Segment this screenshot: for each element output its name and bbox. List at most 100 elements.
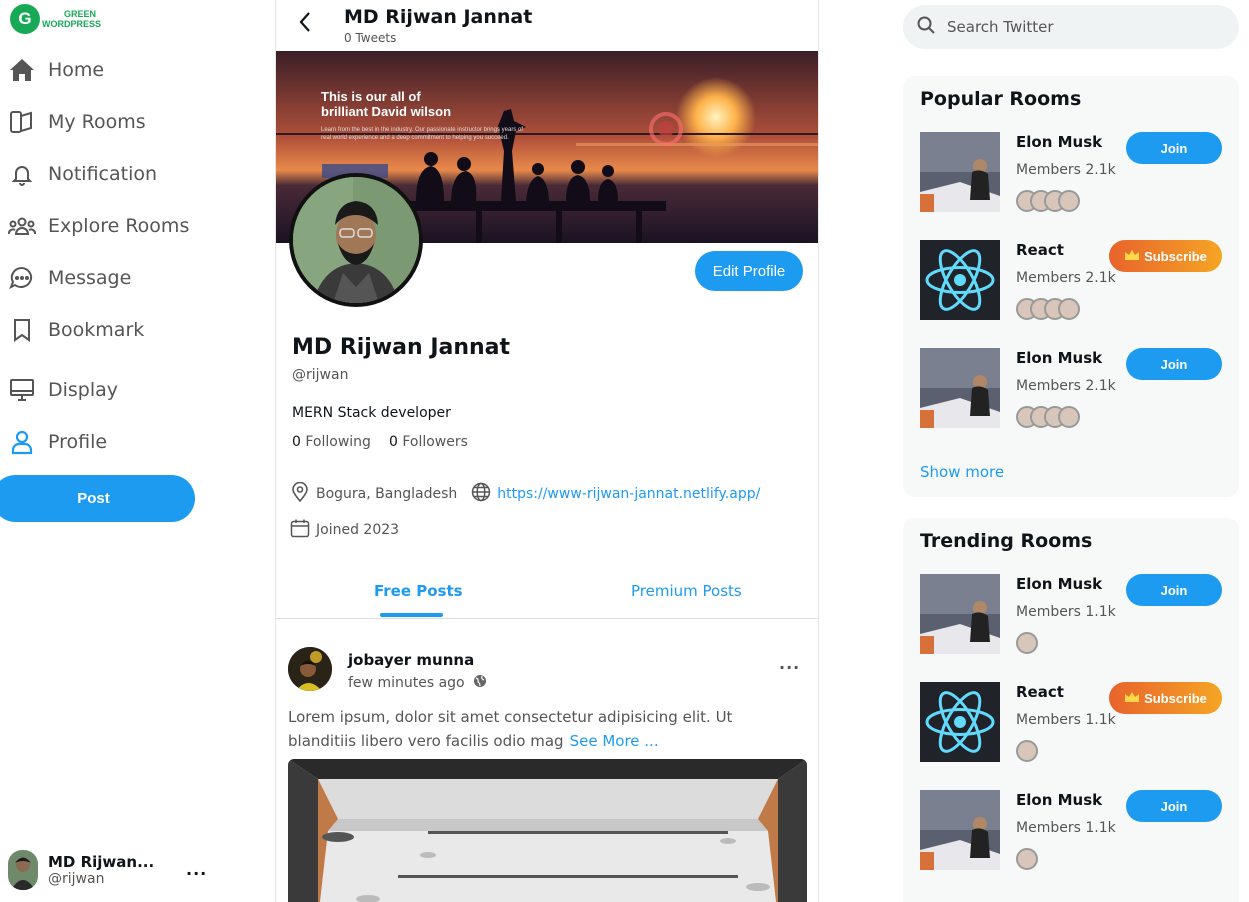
member-avatars xyxy=(1016,632,1038,654)
globe-icon xyxy=(471,482,497,506)
back-arrow-icon[interactable] xyxy=(294,10,318,34)
subscribe-button[interactable]: Subscribe xyxy=(1109,240,1222,272)
following-count: 0 xyxy=(292,434,301,450)
join-button[interactable]: Join xyxy=(1126,574,1222,606)
search-bar[interactable] xyxy=(903,5,1239,49)
tab-free-posts[interactable]: Free Posts xyxy=(374,582,463,600)
cover-headline: This is our all of brilliant David wilso… xyxy=(321,89,451,119)
user-icon xyxy=(8,428,36,456)
member-avatars xyxy=(1016,740,1038,762)
bookmark-icon xyxy=(8,316,36,344)
post-text: Lorem ipsum, dolor sit amet consectetur … xyxy=(288,708,733,750)
nav-label-message: Message xyxy=(48,267,132,289)
join-button[interactable]: Join xyxy=(1126,790,1222,822)
see-more-link[interactable]: See More ... xyxy=(570,732,659,750)
nav-item-bookmark[interactable]: Bookmark xyxy=(8,304,189,356)
room-members: Members 2.1k xyxy=(1016,162,1116,178)
profile-meta: Bogura, Bangladesh https://www-rijwan-ja… xyxy=(290,481,760,506)
following-label: Following xyxy=(305,434,371,450)
logo[interactable]: G GREEN WORDPRESS xyxy=(10,4,101,34)
follow-stats: 0 Following 0 Followers xyxy=(292,434,468,450)
post-button[interactable]: Post xyxy=(0,475,195,522)
logo-mark: G xyxy=(10,4,40,34)
logo-text: GREEN WORDPRESS xyxy=(42,9,101,29)
room-item[interactable]: React Members 2.1k Subscribe xyxy=(920,240,1222,320)
more-icon[interactable]: ... xyxy=(779,654,800,673)
cover-line2: brilliant David wilson xyxy=(321,104,452,119)
rooms-icon xyxy=(8,108,36,136)
nav-label-profile: Profile xyxy=(48,431,108,453)
post-time: few minutes ago xyxy=(348,675,465,691)
room-image xyxy=(920,132,1000,212)
trending-rooms-card: Trending Rooms Elon Musk Members 1.1k Jo… xyxy=(903,518,1239,902)
location-icon xyxy=(290,481,316,506)
room-members: Members 1.1k xyxy=(1016,712,1116,728)
profile-avatar[interactable] xyxy=(289,173,423,307)
location-text: Bogura, Bangladesh xyxy=(316,486,458,502)
join-button[interactable]: Join xyxy=(1126,348,1222,380)
tab-premium-posts[interactable]: Premium Posts xyxy=(631,582,742,600)
followers-stat[interactable]: 0 Followers xyxy=(389,434,468,450)
room-name: React xyxy=(1016,683,1064,701)
profile-header: MD Rijwan Jannat 0 Tweets xyxy=(276,0,818,50)
room-image xyxy=(920,574,1000,654)
nav-item-display[interactable]: Display xyxy=(8,364,189,416)
member-avatars xyxy=(1016,848,1038,870)
search-input[interactable] xyxy=(947,18,1207,36)
following-stat[interactable]: 0 Following xyxy=(292,434,371,450)
room-name: Elon Musk xyxy=(1016,575,1103,593)
nav-item-message[interactable]: Message xyxy=(8,252,189,304)
account-switcher[interactable]: MD Rijwan... @rijwan ... xyxy=(8,850,208,890)
people-icon xyxy=(8,212,36,240)
chat-icon xyxy=(8,264,36,292)
subscribe-label: Subscribe xyxy=(1144,690,1207,706)
react-icon xyxy=(920,682,1000,762)
left-sidebar: G GREEN WORDPRESS Home My Rooms Notifica… xyxy=(0,0,275,902)
member-avatar xyxy=(1058,298,1080,320)
subscribe-button[interactable]: Subscribe xyxy=(1109,682,1222,714)
avatar[interactable] xyxy=(288,647,332,691)
subscribe-label: Subscribe xyxy=(1144,248,1207,264)
member-avatar xyxy=(1058,190,1080,212)
crown-icon xyxy=(1124,249,1140,264)
room-item[interactable]: Elon Musk Members 1.1k Join xyxy=(920,574,1222,654)
post-author[interactable]: jobayer munna xyxy=(348,651,474,669)
joined-text: Joined 2023 xyxy=(316,522,400,538)
profile-photo xyxy=(293,177,419,303)
nav-item-notification[interactable]: Notification xyxy=(8,148,189,200)
more-icon[interactable]: ... xyxy=(186,860,207,879)
room-name: Elon Musk xyxy=(1016,791,1103,809)
nav-label-display: Display xyxy=(48,379,119,401)
website-link[interactable]: https://www-rijwan-jannat.netlify.app/ xyxy=(497,486,760,502)
nav-label-notification: Notification xyxy=(48,163,158,185)
nav-item-my-rooms[interactable]: My Rooms xyxy=(8,96,189,148)
nav-item-explore-rooms[interactable]: Explore Rooms xyxy=(8,200,189,252)
room-image xyxy=(920,240,1000,320)
member-avatars xyxy=(1016,298,1080,320)
nav-item-profile[interactable]: Profile xyxy=(8,416,189,468)
card-title: Popular Rooms xyxy=(920,88,1082,110)
crown-icon xyxy=(1124,691,1140,706)
calendar-icon xyxy=(290,518,316,542)
bell-icon xyxy=(8,160,36,188)
nav-label-bookmark: Bookmark xyxy=(48,319,145,341)
room-item[interactable]: React Members 1.1k Subscribe xyxy=(920,682,1222,762)
nav-item-home[interactable]: Home xyxy=(8,44,189,96)
room-item[interactable]: Elon Musk Members 1.1k Join xyxy=(920,790,1222,870)
avatar xyxy=(8,850,38,890)
room-name: React xyxy=(1016,241,1064,259)
edit-profile-button[interactable]: Edit Profile xyxy=(695,251,803,291)
join-button[interactable]: Join xyxy=(1126,132,1222,164)
room-members: Members 1.1k xyxy=(1016,820,1116,836)
account-info: MD Rijwan... @rijwan xyxy=(48,853,154,887)
monitor-icon xyxy=(8,376,36,404)
room-members: Members 2.1k xyxy=(1016,270,1116,286)
post-image[interactable] xyxy=(288,759,807,902)
main-nav: Home My Rooms Notification Explore Rooms xyxy=(8,44,189,468)
post-tabs: Free Posts Premium Posts xyxy=(276,570,818,619)
room-item[interactable]: Elon Musk Members 2.1k Join xyxy=(920,132,1222,212)
room-item[interactable]: Elon Musk Members 2.1k Join xyxy=(920,348,1222,428)
profile-name: MD Rijwan Jannat xyxy=(292,335,511,360)
followers-label: Followers xyxy=(402,434,468,450)
show-more-link[interactable]: Show more xyxy=(920,463,1004,481)
